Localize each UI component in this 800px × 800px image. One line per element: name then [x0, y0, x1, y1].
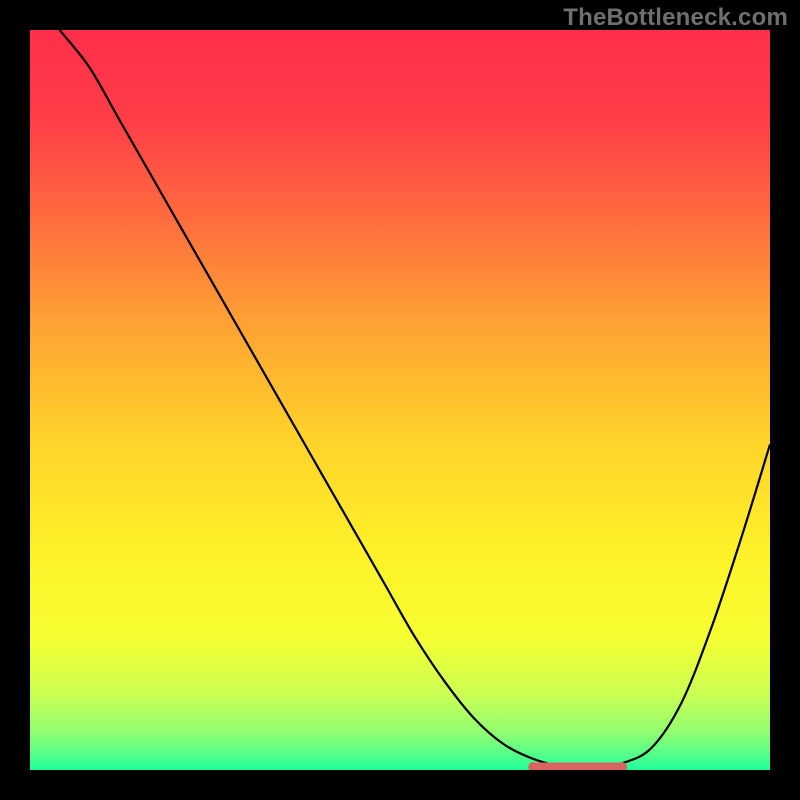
chart-plot-area [30, 30, 770, 770]
bottleneck-curve [60, 30, 770, 769]
optimal-region-marker [528, 762, 627, 770]
watermark-label: TheBottleneck.com [563, 4, 788, 32]
chart-lines [30, 30, 770, 770]
